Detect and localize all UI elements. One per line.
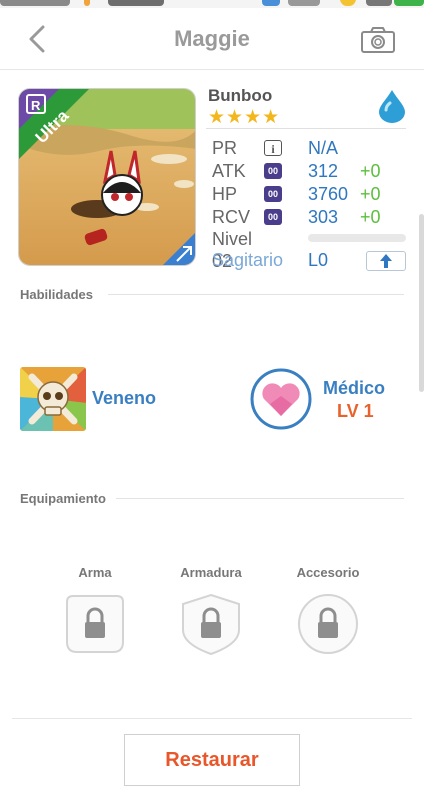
camera-icon — [361, 27, 395, 53]
skill-level: L0 — [308, 250, 329, 270]
upgrade-button[interactable] — [366, 251, 406, 271]
navigation-bar: Maggie — [0, 8, 424, 70]
star-rating: ★★★★ — [208, 107, 281, 128]
slot-label-weapon: Arma — [78, 565, 112, 580]
monster-portrait[interactable]: R Ultra — [18, 88, 196, 266]
scrollbar[interactable] — [419, 214, 424, 392]
divider — [108, 294, 404, 295]
status-bar — [0, 0, 424, 8]
weapon-slot[interactable] — [63, 592, 127, 656]
stat-bonus: +0 — [360, 161, 381, 181]
svg-text:R: R — [31, 98, 41, 113]
accessory-slot[interactable] — [296, 592, 360, 656]
stat-value: 303 — [308, 207, 339, 227]
stat-bonus: +0 — [360, 184, 381, 204]
stat-value: 312 — [308, 161, 339, 181]
status-icon — [366, 0, 392, 6]
chevron-left-icon — [29, 25, 45, 53]
status-dot — [84, 0, 90, 6]
status-icon — [262, 0, 280, 6]
status-icon — [288, 0, 320, 6]
skill-name: Veneno — [92, 388, 157, 408]
restore-button[interactable]: Restaurar — [124, 734, 300, 786]
level-progress-bar — [308, 234, 406, 242]
stat-label: ATK — [212, 161, 246, 181]
heart-icon[interactable] — [250, 368, 312, 430]
section-title-equipment: Equipamiento — [20, 491, 106, 506]
plus-value-icon: 00 — [264, 209, 282, 225]
battery-icon — [394, 0, 424, 6]
skill-icon-veneno[interactable] — [20, 367, 86, 431]
section-title-skills: Habilidades — [20, 287, 93, 302]
arrow-up-icon — [380, 254, 392, 268]
stat-label: HP — [212, 184, 238, 204]
stat-value: 3760 — [308, 184, 349, 204]
divider — [206, 128, 406, 129]
stat-label: RCV — [212, 207, 251, 227]
plus-value-icon: 00 — [264, 163, 282, 179]
coin-icon — [340, 0, 356, 6]
info-icon[interactable]: i — [264, 140, 282, 156]
back-button[interactable] — [22, 22, 52, 56]
stat-bonus: +0 — [360, 207, 381, 227]
zodiac-sign: Sagitario — [212, 250, 284, 270]
divider — [12, 718, 412, 719]
plus-value-icon: 00 — [264, 186, 282, 202]
monster-name: Bunboo — [208, 86, 273, 105]
clock-indicator — [108, 0, 164, 6]
slot-label-armor: Armadura — [180, 565, 242, 580]
water-drop-icon — [379, 90, 405, 123]
perk-level: LV 1 — [337, 401, 374, 421]
stat-value: N/A — [308, 138, 339, 158]
carrier-indicator — [0, 0, 70, 6]
perk-name: Médico — [323, 378, 386, 398]
stat-label: PR — [212, 138, 238, 158]
divider — [116, 498, 404, 499]
slot-label-accessory: Accesorio — [296, 565, 360, 580]
camera-button[interactable] — [356, 22, 400, 58]
armor-slot[interactable] — [179, 592, 243, 656]
